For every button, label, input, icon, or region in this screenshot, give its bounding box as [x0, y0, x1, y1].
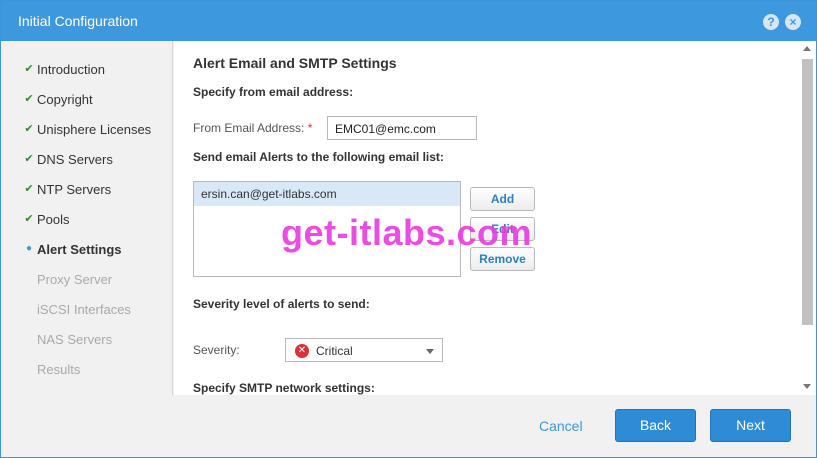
step-label: Introduction: [37, 62, 105, 77]
next-button[interactable]: Next: [710, 409, 791, 442]
add-button[interactable]: Add: [470, 187, 535, 211]
from-email-label: From Email Address: *: [193, 121, 313, 135]
step-label: NTP Servers: [37, 182, 112, 197]
check-icon: ✔: [24, 123, 34, 135]
step-copyright[interactable]: ✔ Copyright: [5, 85, 172, 115]
check-icon: ✔: [24, 93, 34, 105]
step-introduction[interactable]: ✔ Introduction: [5, 55, 172, 85]
step-label: DNS Servers: [37, 152, 113, 167]
severity-select[interactable]: ✕ Critical: [285, 338, 443, 362]
smtp-section-heading: Specify SMTP network settings:: [193, 381, 375, 395]
required-marker: *: [307, 121, 313, 135]
step-label: Proxy Server: [37, 272, 113, 287]
close-icon[interactable]: ×: [785, 14, 801, 30]
initial-configuration-dialog: Initial Configuration ? × ✔ Introduction…: [0, 0, 817, 458]
step-unisphere-licenses[interactable]: ✔ Unisphere Licenses: [5, 115, 172, 145]
current-step-dot-icon: ●: [25, 243, 33, 254]
help-icon[interactable]: ?: [763, 14, 779, 30]
scroll-down-arrow-icon[interactable]: [803, 384, 811, 389]
check-icon: ✔: [24, 183, 34, 195]
step-label: Results: [37, 362, 81, 377]
check-icon: ✔: [24, 153, 34, 165]
step-results: Results: [5, 355, 172, 385]
step-nas-servers: NAS Servers: [5, 325, 172, 355]
dialog-titlebar: Initial Configuration ? ×: [1, 1, 816, 41]
step-proxy-server: Proxy Server: [5, 265, 172, 295]
watermark-text: get-itlabs.com: [281, 212, 533, 253]
wizard-steps-sidebar: ✔ Introduction ✔ Copyright ✔ Unisphere L…: [5, 41, 173, 395]
step-label: Unisphere Licenses: [37, 122, 152, 137]
chevron-down-icon: [426, 349, 434, 354]
step-label: Pools: [37, 212, 70, 227]
step-pools[interactable]: ✔ Pools: [5, 205, 172, 235]
severity-value: Critical: [316, 344, 353, 358]
step-dns-servers[interactable]: ✔ DNS Servers: [5, 145, 172, 175]
step-label: NAS Servers: [37, 332, 113, 347]
step-ntp-servers[interactable]: ✔ NTP Servers: [5, 175, 172, 205]
severity-section-heading: Severity level of alerts to send:: [193, 297, 370, 311]
content-scrollbar[interactable]: [799, 41, 816, 395]
from-section-heading: Specify from email address:: [193, 85, 354, 99]
step-label: iSCSI Interfaces: [37, 302, 131, 317]
check-icon: ✔: [24, 63, 34, 75]
step-alert-settings[interactable]: ● Alert Settings: [5, 235, 172, 265]
check-icon: ✔: [24, 213, 34, 225]
from-email-field[interactable]: EMC01@emc.com: [327, 116, 477, 140]
scrollbar-thumb[interactable]: [802, 59, 813, 325]
critical-error-icon: ✕: [295, 344, 309, 358]
scroll-up-arrow-icon[interactable]: [803, 46, 811, 51]
step-label: Alert Settings: [37, 242, 122, 257]
step-label: Copyright: [37, 92, 93, 107]
email-list-section-heading: Send email Alerts to the following email…: [193, 150, 444, 164]
list-item[interactable]: ersin.can@get-itlabs.com: [194, 182, 460, 206]
cancel-link[interactable]: Cancel: [539, 418, 583, 434]
step-iscsi-interfaces: iSCSI Interfaces: [5, 295, 172, 325]
dialog-footer: Cancel Back Next: [1, 395, 816, 457]
page-title: Alert Email and SMTP Settings: [193, 55, 397, 71]
severity-label: Severity:: [193, 343, 240, 357]
dialog-title: Initial Configuration: [18, 13, 138, 29]
back-button[interactable]: Back: [615, 409, 696, 442]
